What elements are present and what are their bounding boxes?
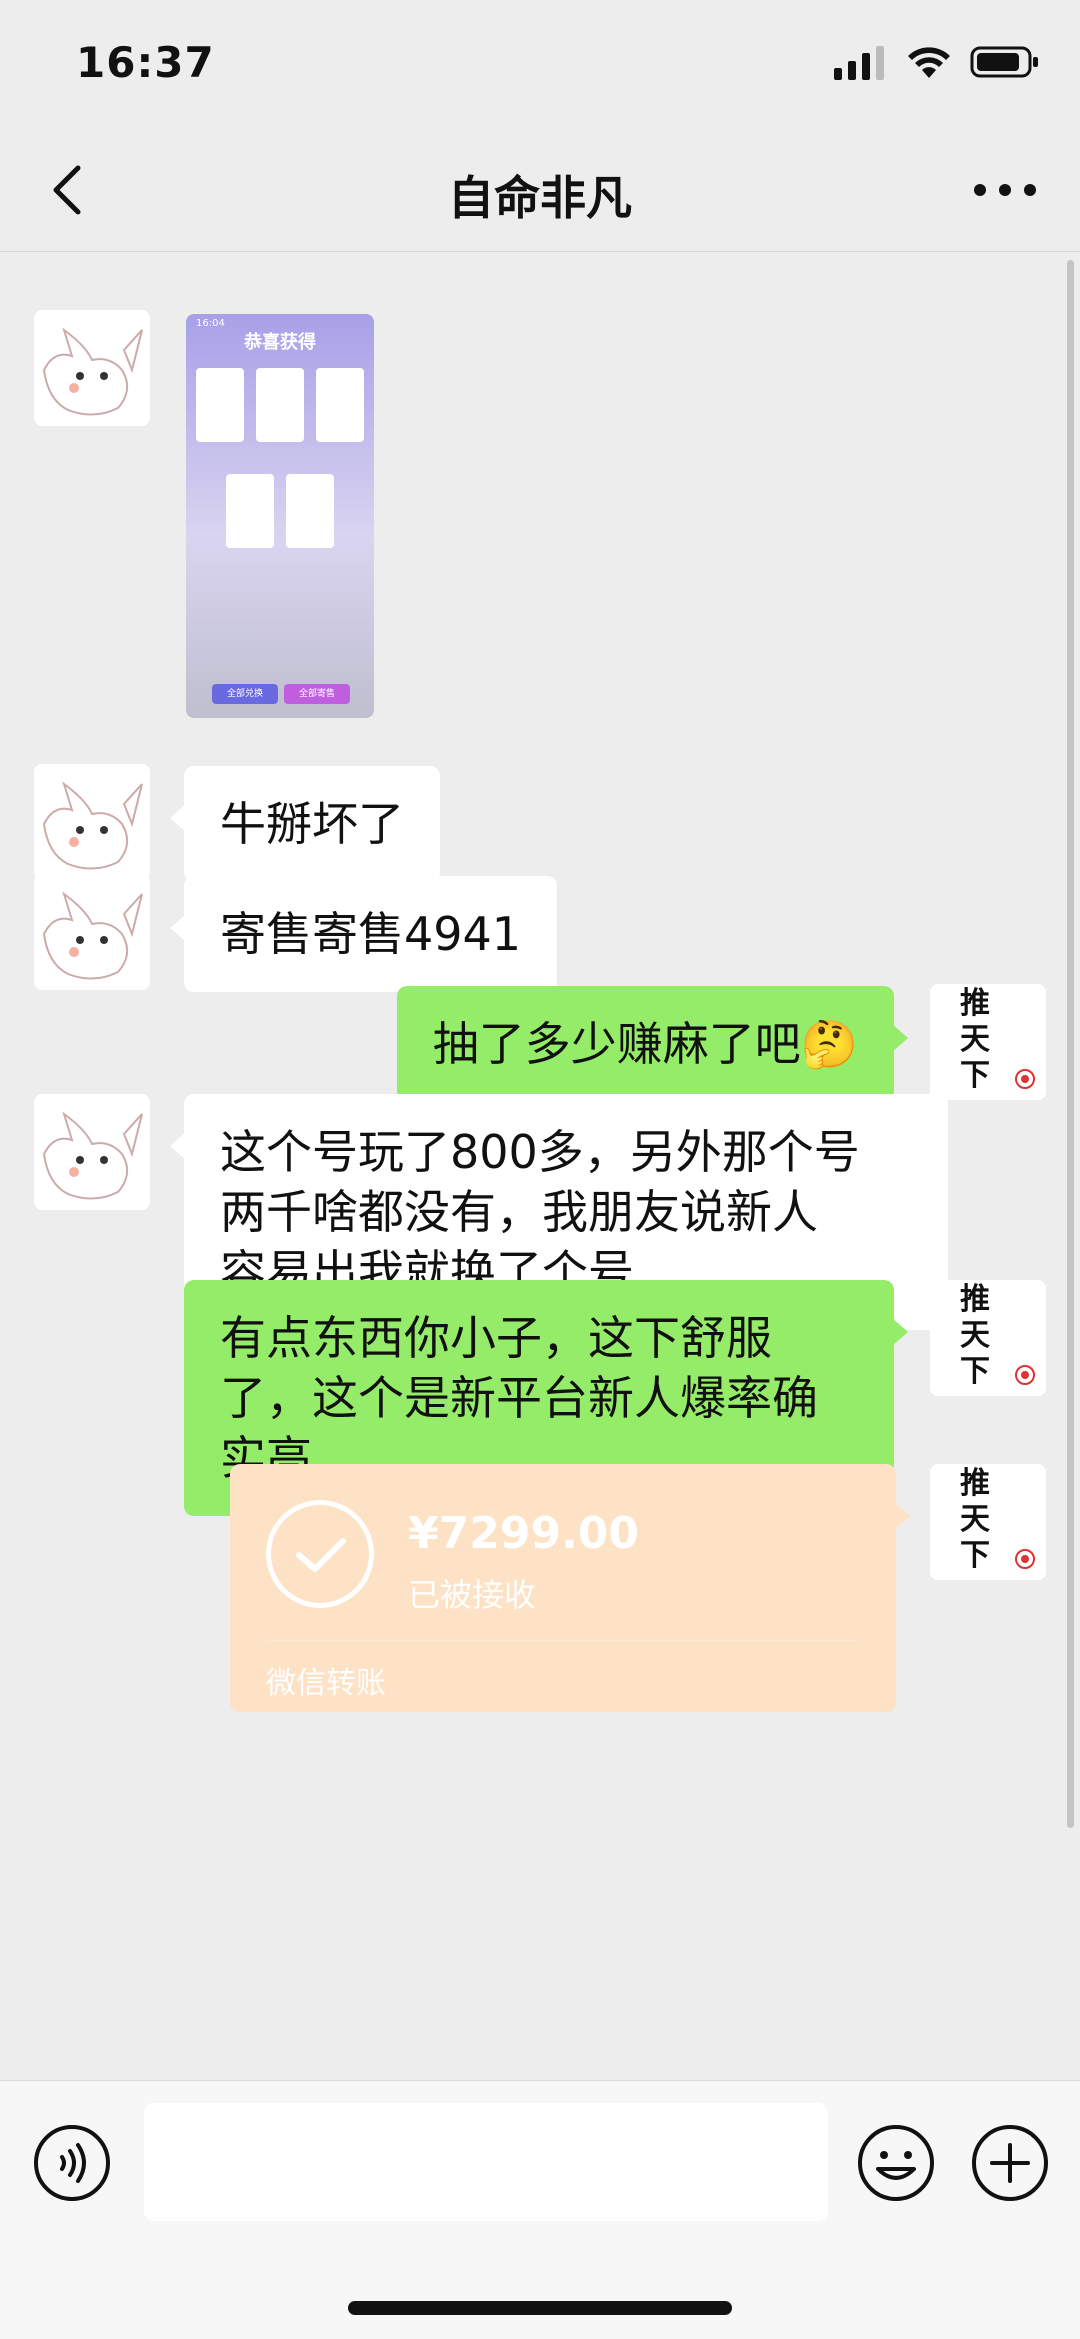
avatar-contact[interactable] bbox=[34, 874, 150, 990]
message-input[interactable] bbox=[144, 2103, 828, 2221]
avatar-char: 推 bbox=[960, 986, 990, 1021]
avatar-char: 天 bbox=[960, 1022, 990, 1057]
thumb-card bbox=[196, 368, 244, 442]
thumb-btn-left: 全部兑换 bbox=[212, 684, 278, 704]
emoji-icon[interactable] bbox=[856, 2123, 936, 2203]
transfer-amount: ¥7299.00 bbox=[408, 1508, 640, 1559]
avatar-char: 天 bbox=[960, 1502, 990, 1537]
message-line: 了，这个是新平台新人爆率确 bbox=[220, 1371, 818, 1425]
more-icon[interactable] bbox=[970, 170, 1040, 210]
thumb-card bbox=[316, 368, 364, 442]
message-bubble-outgoing[interactable]: 抽了多少赚麻了吧🤔 bbox=[396, 986, 909, 1102]
avatar-char: 下 bbox=[960, 1354, 990, 1389]
pikachu-avatar-icon bbox=[42, 891, 143, 980]
thumb-card bbox=[226, 474, 274, 548]
message-bubble-incoming[interactable]: 寄售寄售4941 bbox=[169, 876, 558, 992]
avatar-char: 下 bbox=[960, 1538, 990, 1573]
avatar-self[interactable]: 推 天 下 bbox=[930, 1280, 1046, 1396]
avatar-char: 下 bbox=[960, 1058, 990, 1093]
image-message[interactable]: 16:04 恭喜获得 全部兑换 全部寄售 bbox=[186, 314, 374, 718]
avatar-char: 推 bbox=[960, 1466, 990, 1501]
seal-icon bbox=[1015, 1365, 1035, 1385]
seal-icon bbox=[1015, 1549, 1035, 1569]
status-bar: 16:37 bbox=[0, 0, 1080, 130]
avatar-contact[interactable] bbox=[34, 764, 150, 880]
message-line: 有点东西你小子，这下舒服 bbox=[220, 1311, 772, 1365]
thumb-title: 恭喜获得 bbox=[244, 332, 316, 353]
avatar-contact[interactable] bbox=[34, 310, 150, 426]
battery-icon bbox=[970, 46, 1038, 78]
avatar-self[interactable]: 推 天 下 bbox=[930, 984, 1046, 1100]
message-line: 两千啥都没有，我朋友说新人 bbox=[220, 1185, 818, 1239]
seal-icon bbox=[1015, 1069, 1035, 1089]
chat-header: 自命非凡 bbox=[0, 130, 1080, 252]
pikachu-avatar-icon bbox=[42, 327, 143, 416]
transfer-divider bbox=[266, 1640, 860, 1641]
message-bubble-incoming[interactable]: 牛掰坏了 bbox=[170, 766, 440, 882]
thumb-card bbox=[256, 368, 304, 442]
wifi-icon bbox=[908, 47, 950, 78]
plus-icon[interactable] bbox=[970, 2123, 1050, 2203]
voice-icon[interactable] bbox=[32, 2123, 112, 2203]
avatar-char: 天 bbox=[960, 1318, 990, 1353]
pikachu-avatar-icon bbox=[42, 781, 143, 870]
thumb-card bbox=[286, 474, 334, 548]
signal-icon bbox=[834, 46, 884, 80]
scrollbar[interactable] bbox=[1067, 260, 1074, 1828]
transfer-card[interactable]: ¥7299.00 已被接收 微信转账 bbox=[230, 1464, 910, 1712]
status-time: 16:37 bbox=[76, 38, 215, 87]
thumb-btn-right: 全部寄售 bbox=[284, 684, 350, 704]
message-line: 这个号玩了800多，另外那个号 bbox=[220, 1125, 860, 1179]
transfer-status: 已被接收 bbox=[408, 1576, 537, 1614]
avatar-char: 推 bbox=[960, 1282, 990, 1317]
chat-area[interactable]: 16:04 恭喜获得 全部兑换 全部寄售 牛掰坏了 寄售寄售4941 推 天 下… bbox=[0, 252, 1080, 2080]
transfer-label: 微信转账 bbox=[266, 1666, 386, 1701]
pikachu-avatar-icon bbox=[42, 1111, 143, 1200]
check-icon bbox=[266, 1500, 374, 1608]
avatar-contact[interactable] bbox=[34, 1094, 150, 1210]
chat-title: 自命非凡 bbox=[448, 171, 632, 225]
avatar-self[interactable]: 推 天 下 bbox=[930, 1464, 1046, 1580]
home-indicator bbox=[348, 2301, 732, 2315]
